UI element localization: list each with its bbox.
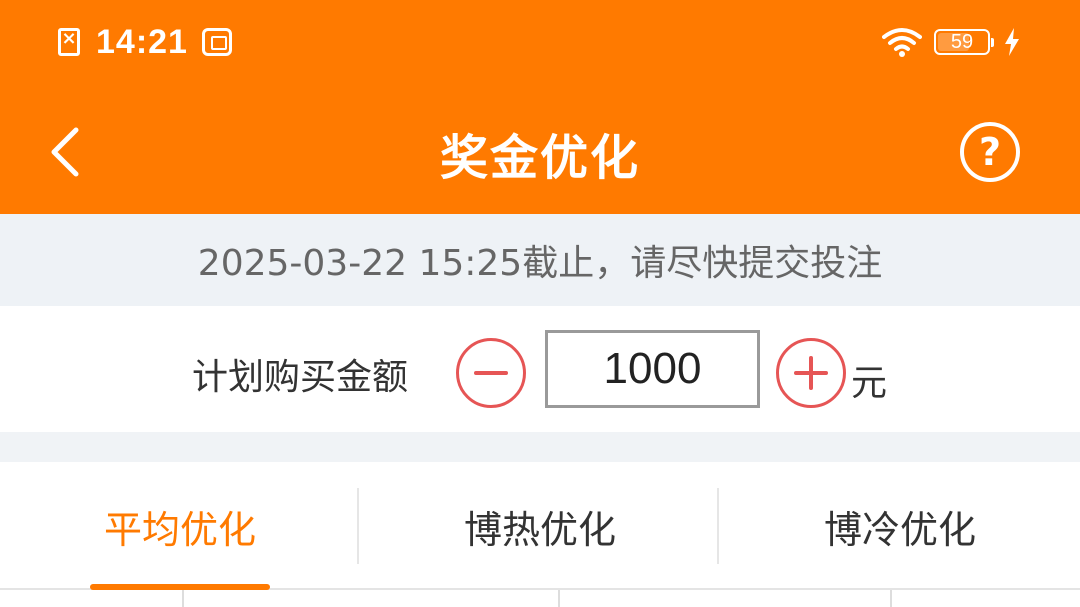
minus-circle-icon[interactable]	[456, 338, 526, 408]
nav-bar: 奖金优化 ?	[0, 90, 1080, 214]
tab-label: 博热优化	[463, 507, 616, 552]
purchase-amount-label: 计划购买金额	[192, 357, 409, 398]
battery-level-text: 59	[950, 30, 974, 53]
battery-icon: 59	[934, 29, 994, 55]
status-left: 14:21	[58, 20, 232, 64]
tab-label: 平均优化	[103, 507, 256, 552]
section-gap	[0, 432, 1080, 462]
purchase-amount-input[interactable]	[545, 330, 760, 408]
table-header-row	[0, 590, 1080, 607]
table-column-divider	[890, 590, 892, 607]
tab-divider	[717, 488, 719, 564]
page-title: 奖金优化	[439, 130, 640, 186]
deadline-text: 2025-03-22 15:25截止，请尽快提交投注	[197, 243, 883, 284]
table-column-divider	[558, 590, 560, 607]
sim-error-icon	[58, 28, 80, 56]
optimization-tabs: 平均优化 博热优化 博冷优化	[0, 462, 1080, 590]
charging-bolt-icon	[1005, 28, 1019, 56]
tab-hot-optimization[interactable]: 博热优化	[360, 462, 720, 590]
tab-average-optimization[interactable]: 平均优化	[0, 462, 360, 590]
question-circle-icon[interactable]: ?	[960, 122, 1020, 182]
app-header: 14:21 59 奖金优化 ?	[0, 0, 1080, 214]
tab-cold-optimization[interactable]: 博冷优化	[720, 462, 1080, 590]
plus-circle-icon[interactable]	[776, 338, 846, 408]
deadline-notice: 2025-03-22 15:25截止，请尽快提交投注	[0, 214, 1080, 306]
table-column-divider	[182, 590, 184, 607]
app-notification-icon	[201, 28, 232, 56]
minus-bar	[474, 371, 508, 375]
status-bar: 14:21 59	[0, 0, 1080, 84]
status-time: 14:21	[96, 22, 188, 61]
purchase-amount-row: 计划购买金额 元	[0, 306, 1080, 432]
currency-unit-label: 元	[851, 363, 888, 404]
tab-divider	[357, 488, 359, 564]
tab-label: 博冷优化	[823, 507, 976, 552]
wifi-icon	[882, 28, 922, 57]
plus-bar-vertical	[809, 356, 813, 390]
status-right: 59	[882, 22, 1020, 62]
